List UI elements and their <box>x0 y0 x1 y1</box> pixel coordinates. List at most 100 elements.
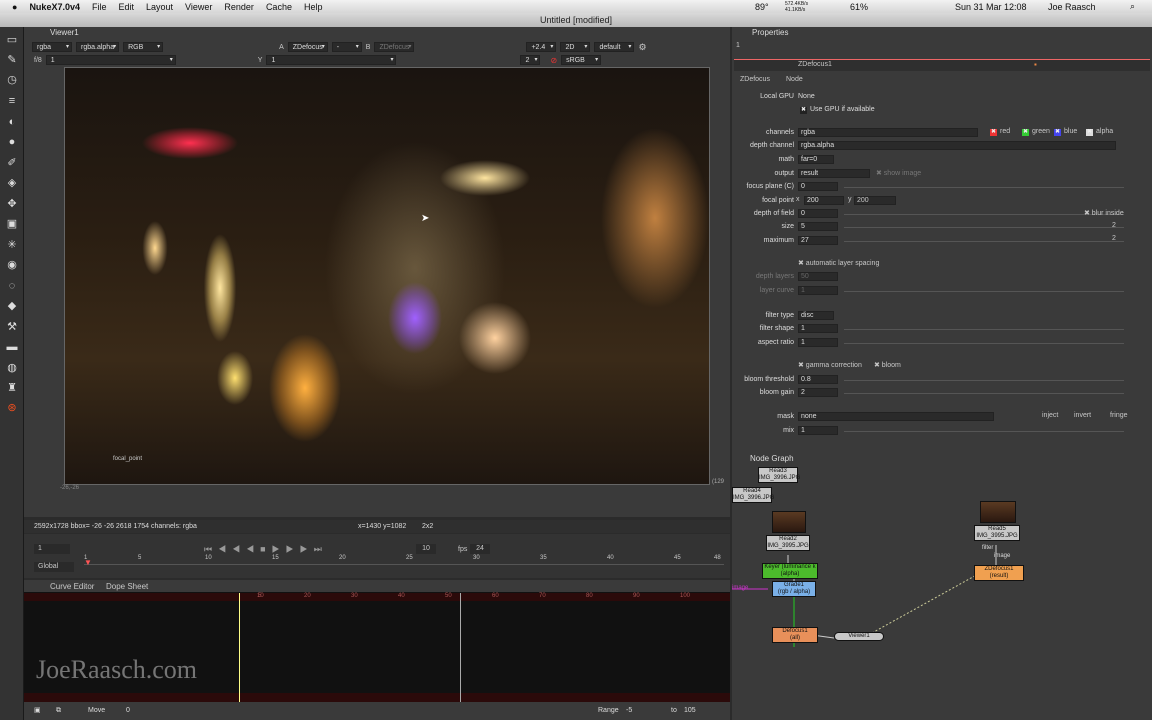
playback-controls[interactable]: ⏮◀◀◀■▶▶▶⏭ <box>204 544 328 555</box>
particles-icon[interactable]: ✳ <box>5 238 19 252</box>
range-start[interactable]: -5 <box>626 702 632 720</box>
menu-layout[interactable]: Layout <box>146 2 173 12</box>
mask-inject-option[interactable]: inject <box>1042 412 1058 419</box>
y-field[interactable]: 1 <box>266 55 397 65</box>
tab-node[interactable]: Node <box>786 76 803 83</box>
prop-field[interactable]: none <box>798 412 994 421</box>
colorspace-select[interactable]: sRGB <box>561 55 602 65</box>
node-read3[interactable]: Read3 IMG_3996.JPG <box>758 467 800 483</box>
transform-icon[interactable]: ✥ <box>5 197 19 211</box>
image-icon[interactable]: ▭ <box>5 33 19 47</box>
color-icon[interactable]: ◐ <box>5 115 19 129</box>
viewer-image[interactable]: focal_point ➤ <box>64 67 710 485</box>
node-read5[interactable]: Read5 IMG_3995.JPG <box>974 525 1020 541</box>
mask-invert-option[interactable]: invert <box>1074 412 1091 419</box>
plugin-icon[interactable]: ♜ <box>5 381 19 395</box>
prop-slider[interactable] <box>844 431 1124 432</box>
prop-slider[interactable] <box>844 329 1124 330</box>
size-right-value[interactable]: 2 <box>1112 222 1116 229</box>
prop-field[interactable]: 0 <box>798 182 838 191</box>
tab-dope-sheet[interactable]: Dope Sheet <box>106 582 148 591</box>
prop-field[interactable]: 200 <box>804 196 844 205</box>
prop-field[interactable]: 1 <box>798 338 838 347</box>
channel-icon[interactable]: ≡ <box>5 94 19 108</box>
spotlight-icon[interactable]: ⌕ <box>1130 1 1135 12</box>
prop-slider[interactable] <box>844 291 1124 292</box>
prop-field[interactable]: 0.8 <box>798 375 838 384</box>
prop-slider[interactable] <box>844 241 1124 242</box>
views-icon[interactable]: ◉ <box>5 258 19 272</box>
wipe-op-select[interactable]: - <box>331 42 362 52</box>
node-name-field[interactable]: ZDefocus1 <box>798 61 832 68</box>
draw-icon[interactable]: ✎ <box>5 53 19 67</box>
gamma-correction-checkbox[interactable]: ✖ gamma correction <box>798 361 862 369</box>
auto-layer-checkbox[interactable]: ✖ automatic layer spacing <box>798 259 879 267</box>
view-mode-select[interactable]: 2D <box>560 42 591 52</box>
clock[interactable]: Sun 31 Mar 12:08 <box>955 2 1027 12</box>
range-end[interactable]: 105 <box>684 702 696 720</box>
maximum-right-value[interactable]: 2 <box>1112 235 1116 242</box>
node-read4[interactable]: Read4 IMG_3996.JPG <box>732 487 774 503</box>
color-swatch-icon[interactable]: ▪ <box>1034 60 1037 69</box>
settings-icon[interactable]: ⚙ <box>638 42 646 53</box>
proxy-select[interactable]: 2 <box>520 55 541 65</box>
filter-icon[interactable]: ● <box>5 135 19 149</box>
timeline-ruler[interactable]: 1 5 10 15 20 25 30 35 40 45 48 <box>84 555 724 576</box>
frame-icon[interactable]: ⧉ <box>56 702 61 720</box>
current-frame-field[interactable]: 1 <box>34 544 70 554</box>
show-image-checkbox[interactable]: ✖ show image <box>876 169 921 177</box>
pause-icon[interactable]: ⊘ <box>550 56 557 65</box>
curve-range-marker[interactable] <box>460 593 461 702</box>
frame-field[interactable]: 1 <box>45 55 176 65</box>
furnace-icon[interactable]: ▬ <box>5 340 19 354</box>
scope-select[interactable]: Global <box>34 562 74 572</box>
channel-green-checkbox[interactable]: ✖ <box>1022 129 1029 136</box>
prop-slider[interactable] <box>844 380 1124 381</box>
fstop[interactable]: f/8 <box>34 57 42 64</box>
prop-slider[interactable] <box>844 343 1124 344</box>
focal-point-label[interactable]: focal_point <box>113 456 142 462</box>
battery-status[interactable]: 61% <box>850 2 868 12</box>
prop-field[interactable]: rgba.alpha <box>798 141 1116 150</box>
properties-tab[interactable]: Properties <box>752 27 788 39</box>
input-b-select[interactable]: ZDefocus <box>374 42 415 52</box>
use-gpu-checkbox[interactable]: ✖ Use GPU if available <box>800 104 875 116</box>
node-keyer[interactable]: Keyer (luminance k (alpha) <box>762 563 818 579</box>
node-zdefocus1[interactable]: ZDefocus1 (result) <box>974 565 1024 581</box>
curve-area[interactable] <box>24 593 730 702</box>
prop-field[interactable]: 50 <box>798 272 838 281</box>
bloom-checkbox[interactable]: ✖ bloom <box>874 361 901 369</box>
ocula-icon[interactable]: ◍ <box>5 361 19 375</box>
prop-field[interactable]: 27 <box>798 236 838 245</box>
prop-field[interactable]: 1 <box>798 426 838 435</box>
other-icon[interactable]: ⚒ <box>5 320 19 334</box>
prop-slider[interactable] <box>844 227 1124 228</box>
prop-field[interactable]: 1 <box>798 324 838 333</box>
viewer-tab[interactable]: Viewer1 <box>50 27 79 39</box>
prop-field[interactable]: 5 <box>798 222 838 231</box>
prop-field[interactable]: 0 <box>798 209 838 218</box>
channel-blue-checkbox[interactable]: ✖ <box>1054 129 1061 136</box>
tab-curve-editor[interactable]: Curve Editor <box>50 582 94 591</box>
tab-zdefocus[interactable]: ZDefocus <box>740 76 770 83</box>
prop-field[interactable]: 2 <box>798 388 838 397</box>
3d-icon[interactable]: ▣ <box>5 217 19 231</box>
metadata-icon[interactable]: ◌ <box>5 279 19 293</box>
channel-red-checkbox[interactable]: ✖ <box>990 129 997 136</box>
blur-inside-checkbox[interactable]: ✖ blur inside <box>1084 209 1124 217</box>
node-defocus1[interactable]: Defocus1 (all) <box>772 627 818 643</box>
prop-slider[interactable] <box>844 187 1124 188</box>
time-icon[interactable]: ◷ <box>5 73 19 87</box>
curve-playhead[interactable] <box>239 593 240 702</box>
user-name[interactable]: Joe Raasch <box>1048 2 1096 12</box>
alpha-channel-select[interactable]: rgba.alpha <box>76 42 120 52</box>
prop-slider[interactable] <box>844 214 1124 215</box>
menu-cache[interactable]: Cache <box>266 2 292 12</box>
prop-field[interactable]: disc <box>798 311 834 320</box>
apple-icon[interactable]: ● <box>12 2 17 12</box>
toolsets-icon[interactable]: ◆ <box>5 299 19 313</box>
menu-edit[interactable]: Edit <box>119 2 135 12</box>
prop-field[interactable]: rgba <box>798 128 978 137</box>
node-grade1[interactable]: Grade1 (rgb / alpha) <box>772 581 816 597</box>
mask-fringe-option[interactable]: fringe <box>1110 412 1128 419</box>
